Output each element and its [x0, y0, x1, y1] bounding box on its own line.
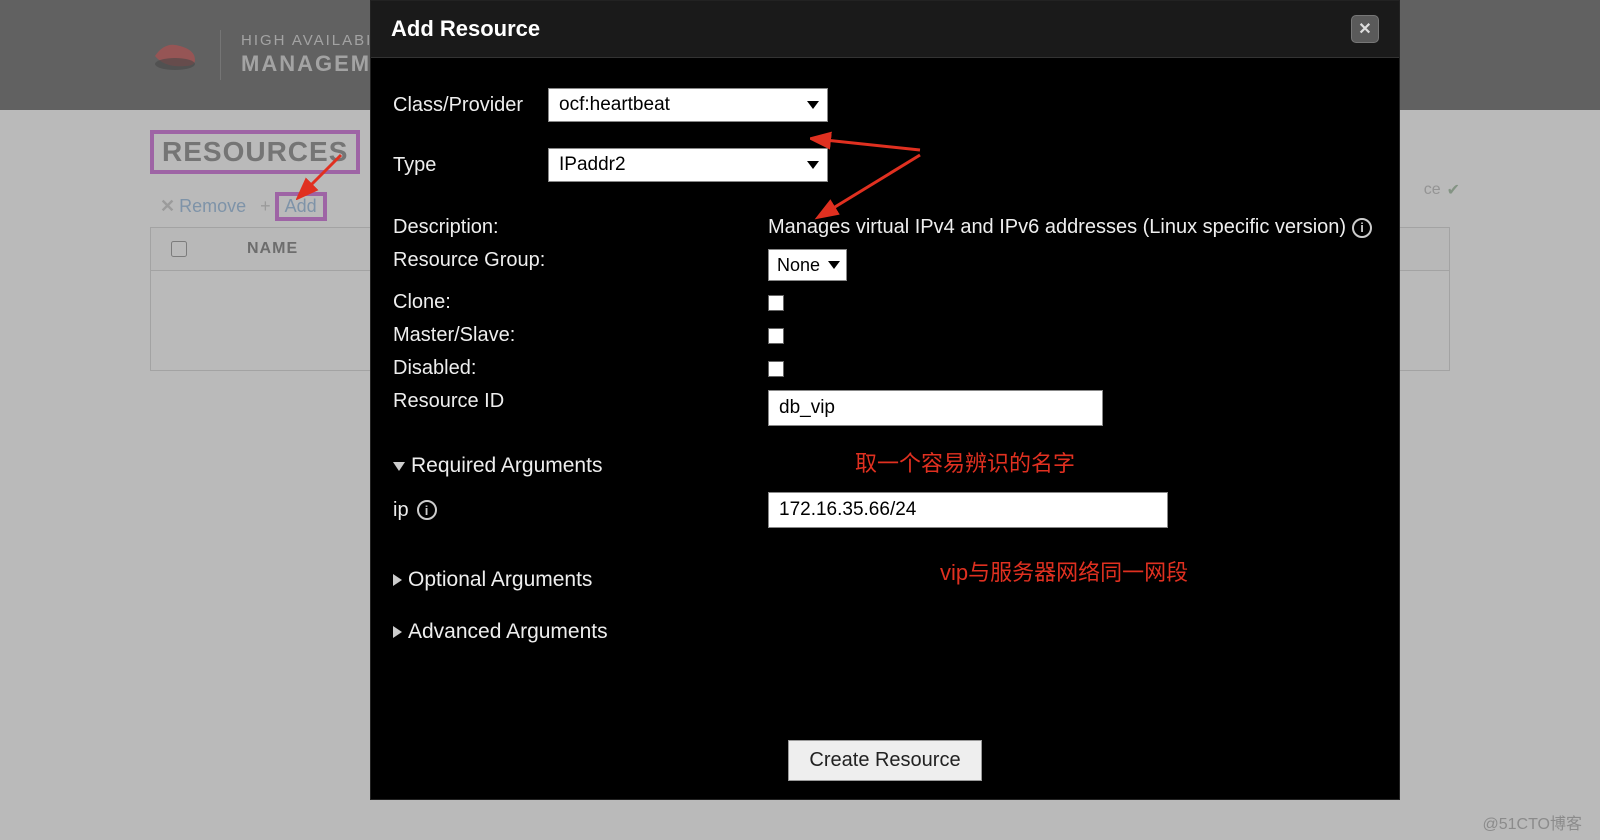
modal-footer: Create Resource — [371, 740, 1399, 781]
resource-group-row: Resource Group: None — [393, 249, 1377, 281]
add-button-wrap[interactable]: +Add — [260, 192, 327, 221]
right-partial-text: ce ✔ — [1424, 180, 1460, 200]
create-resource-button[interactable]: Create Resource — [788, 740, 981, 781]
resource-id-row: Resource ID — [393, 390, 1377, 426]
optional-args-header[interactable]: Optional Arguments — [393, 568, 1377, 592]
select-all-checkbox[interactable] — [171, 241, 187, 257]
resource-id-label: Resource ID — [393, 390, 768, 426]
remove-button[interactable]: ✕Remove — [160, 196, 246, 217]
clone-label: Clone: — [393, 291, 768, 314]
add-button[interactable]: Add — [275, 192, 327, 221]
triangle-down-icon — [393, 462, 405, 471]
required-args-header[interactable]: Required Arguments — [393, 454, 1377, 478]
close-icon: ✕ — [1358, 19, 1371, 39]
check-icon: ✔ — [1447, 180, 1460, 200]
class-provider-value: ocf:heartbeat — [559, 94, 670, 116]
class-provider-select[interactable]: ocf:heartbeat — [548, 88, 828, 122]
ip-label: ip i — [393, 492, 768, 528]
disabled-checkbox[interactable] — [768, 361, 784, 377]
description-row: Description: Manages virtual IPv4 and IP… — [393, 216, 1377, 239]
redhat-logo-icon — [150, 36, 200, 74]
brand-text: HIGH AVAILABIL MANAGEME — [241, 31, 388, 79]
description-value: Manages virtual IPv4 and IPv6 addresses … — [768, 216, 1377, 239]
brand-divider — [220, 30, 221, 80]
type-value: IPaddr2 — [559, 154, 626, 176]
close-button[interactable]: ✕ — [1351, 15, 1379, 43]
chevron-down-icon — [807, 101, 819, 109]
description-label: Description: — [393, 216, 768, 239]
ip-row: ip i — [393, 492, 1377, 528]
type-label: Type — [393, 154, 548, 177]
plus-icon: + — [260, 196, 271, 217]
disabled-row: Disabled: — [393, 357, 1377, 380]
watermark: @51CTO博客 — [1482, 810, 1582, 834]
type-row: Type IPaddr2 — [393, 148, 1377, 182]
ip-input[interactable] — [768, 492, 1168, 528]
type-select[interactable]: IPaddr2 — [548, 148, 828, 182]
info-icon[interactable]: i — [417, 500, 437, 520]
advanced-args-header[interactable]: Advanced Arguments — [393, 620, 1377, 644]
info-icon[interactable]: i — [1352, 218, 1372, 238]
disabled-label: Disabled: — [393, 357, 768, 380]
clone-row: Clone: — [393, 291, 1377, 314]
resource-id-input[interactable] — [768, 390, 1103, 426]
brand-line1: HIGH AVAILABIL — [241, 31, 388, 51]
brand-line2: MANAGEME — [241, 50, 388, 79]
master-slave-checkbox[interactable] — [768, 328, 784, 344]
triangle-right-icon — [393, 626, 402, 638]
column-name: NAME — [247, 240, 298, 258]
class-provider-row: Class/Provider ocf:heartbeat — [393, 88, 1377, 122]
modal-header: Add Resource ✕ — [371, 1, 1399, 58]
x-icon: ✕ — [160, 196, 175, 217]
resource-group-select[interactable]: None — [768, 249, 847, 281]
master-slave-label: Master/Slave: — [393, 324, 768, 347]
class-provider-label: Class/Provider — [393, 94, 548, 117]
modal-body: Class/Provider ocf:heartbeat Type IPaddr… — [371, 58, 1399, 668]
chevron-down-icon — [828, 261, 840, 269]
section-title-resources: RESOURCES — [150, 130, 360, 174]
chevron-down-icon — [807, 161, 819, 169]
triangle-right-icon — [393, 574, 402, 586]
clone-checkbox[interactable] — [768, 295, 784, 311]
master-slave-row: Master/Slave: — [393, 324, 1377, 347]
modal-title: Add Resource — [391, 16, 540, 42]
resource-group-label: Resource Group: — [393, 249, 768, 281]
add-resource-modal: Add Resource ✕ Class/Provider ocf:heartb… — [370, 0, 1400, 800]
